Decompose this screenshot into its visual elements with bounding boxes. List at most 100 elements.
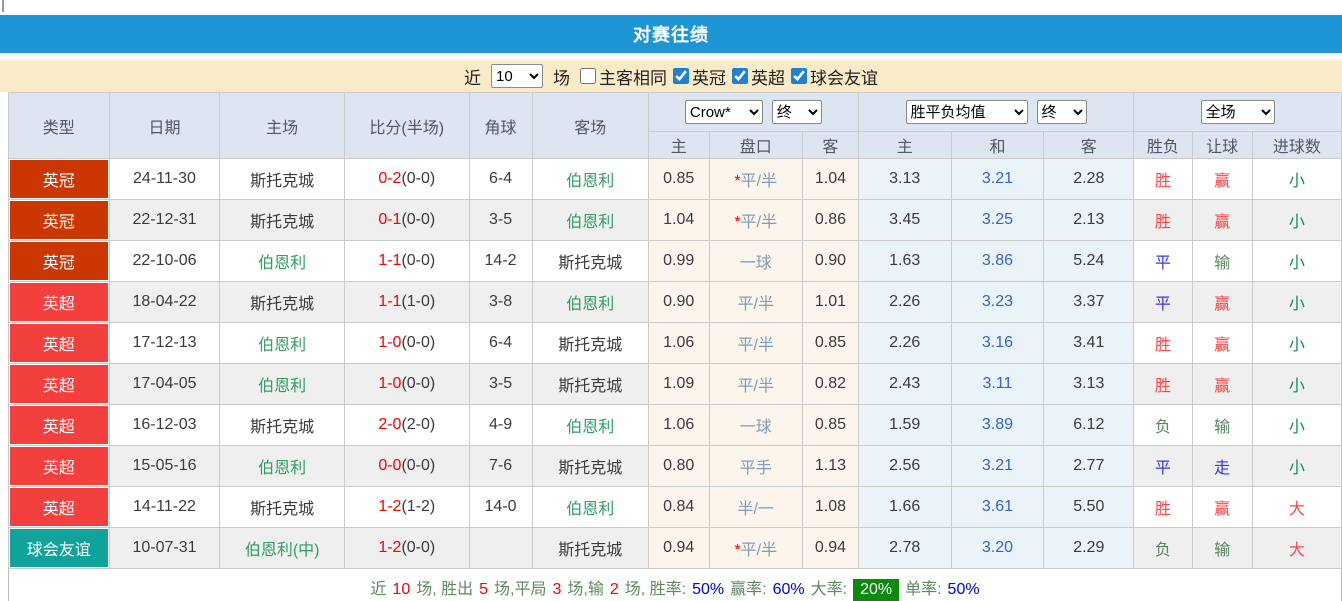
outcome-cell: 胜 <box>1133 486 1193 528</box>
home-team-cell: 伯恩利 <box>219 322 345 364</box>
date-cell: 22-12-31 <box>108 199 221 241</box>
score-halftime: (0-0) <box>401 170 436 187</box>
page-title: 对赛往绩 <box>633 25 709 45</box>
table-row: 英超 17-12-13 伯恩利 1-0(0-0) 6-4 斯托克城 1.06 平… <box>8 322 1342 364</box>
table-row: 英超 15-05-16 伯恩利 0-0(0-0) 7-6 斯托克城 0.80 平… <box>8 445 1342 487</box>
handicap-result-cell: 赢 <box>1191 486 1253 528</box>
score-fulltime: 1-0 <box>378 375 402 392</box>
date-cell: 17-04-05 <box>108 363 221 405</box>
title-bar: 对赛往绩 <box>0 15 1342 53</box>
score-fulltime: 1-0 <box>378 334 402 351</box>
type-cell: 英超 <box>8 363 110 405</box>
avg-away-odds: 2.29 <box>1043 527 1135 569</box>
home-team-cell: 伯恩利(中) <box>219 527 345 569</box>
recent-count-select[interactable]: 10 <box>491 64 543 88</box>
handicap-cell: 平/半 <box>708 363 804 405</box>
handicap-cell: 一球 <box>708 404 804 446</box>
page: 对赛往绩 近 10 场 主客相同 英冠 英超 球会友谊 类型 日期 主场 比分(… <box>0 0 1342 601</box>
away-team-cell: 斯托克城 <box>531 445 649 487</box>
outcome-cell: 胜 <box>1133 199 1193 241</box>
company-state-select[interactable]: 终 <box>771 100 822 124</box>
outcome-cell: 负 <box>1133 527 1193 569</box>
same-venue-checkbox[interactable] <box>580 68 596 84</box>
handicap-label: 平手 <box>739 460 772 477</box>
score-fulltime: 1-1 <box>378 252 402 269</box>
type-cell: 英超 <box>8 486 110 528</box>
league-checkbox-friendly[interactable] <box>791 68 807 84</box>
home-team-cell: 斯托克城 <box>219 281 345 323</box>
table-row: 英超 16-12-03 斯托克城 2-0(2-0) 4-9 伯恩利 1.06 一… <box>8 404 1342 446</box>
score-cell: 0-2(0-0) <box>343 158 470 200</box>
avg-home-odds: 2.56 <box>857 445 952 487</box>
avg-state-select[interactable]: 终 <box>1036 100 1087 124</box>
corners-cell: 3-5 <box>468 199 533 241</box>
league-filter-friendly[interactable]: 球会友谊 <box>791 64 878 89</box>
company-select[interactable]: Crow* <box>684 100 763 124</box>
score-halftime: (1-2) <box>401 498 436 515</box>
away-team-cell: 伯恩利 <box>531 158 649 200</box>
company-away-odds: 0.86 <box>802 199 859 241</box>
goals-result-cell: 小 <box>1251 363 1342 405</box>
avg-home-odds: 1.66 <box>857 486 952 528</box>
score-halftime: (1-0) <box>401 293 436 310</box>
type-cell: 英冠 <box>8 199 110 241</box>
score-cell: 1-1(1-0) <box>343 281 470 323</box>
table-row: 英超 17-04-05 伯恩利 1-0(0-0) 3-5 斯托克城 1.09 平… <box>8 363 1342 405</box>
scope-select[interactable]: 全场 <box>1200 100 1275 124</box>
away-team-cell: 伯恩利 <box>531 281 649 323</box>
avg-away-odds: 3.41 <box>1043 322 1135 364</box>
goals-result-cell: 小 <box>1251 404 1342 446</box>
subcol-avg-draw: 和 <box>950 131 1045 159</box>
goals-result-cell: 小 <box>1251 199 1342 241</box>
table-row: 英超 14-11-22 斯托克城 1-2(1-2) 14-0 伯恩利 0.84 … <box>8 486 1342 528</box>
league-badge: 英冠 <box>10 201 108 239</box>
company-away-odds: 0.85 <box>802 404 859 446</box>
league-label-yingchao: 英超 <box>751 68 785 88</box>
avg-home-odds: 2.43 <box>857 363 952 405</box>
league-filter-yingguan[interactable]: 英冠 <box>673 64 726 89</box>
subcol-handicap: 盘口 <box>708 131 804 159</box>
league-filter-yingchao[interactable]: 英超 <box>732 64 785 89</box>
home-team-cell: 伯恩利 <box>219 240 345 282</box>
score-cell: 1-0(0-0) <box>343 363 470 405</box>
avg-home-odds: 3.13 <box>857 158 952 200</box>
handicap-result-cell: 输 <box>1191 527 1253 569</box>
corners-cell <box>468 527 533 569</box>
page-edge-artifact <box>2 0 4 12</box>
league-checkbox-yingguan[interactable] <box>673 68 689 84</box>
table-row: 球会友谊 10-07-31 伯恩利(中) 1-2(0-0) 斯托克城 0.94 … <box>8 527 1342 569</box>
goals-result-cell: 小 <box>1251 445 1342 487</box>
table-row: 英冠 22-10-06 伯恩利 1-1(0-0) 14-2 斯托克城 0.99 … <box>8 240 1342 282</box>
outcome-cell: 胜 <box>1133 322 1193 364</box>
score-cell: 1-1(0-0) <box>343 240 470 282</box>
league-label-friendly: 球会友谊 <box>810 68 878 88</box>
col-header-away: 客场 <box>531 92 649 159</box>
handicap-cell: 平/半 <box>708 322 804 364</box>
avg-draw-odds: 3.11 <box>950 363 1045 405</box>
score-cell: 1-2(0-0) <box>343 527 470 569</box>
score-fulltime: 2-0 <box>378 416 402 433</box>
type-cell: 英超 <box>8 445 110 487</box>
goals-result-cell: 小 <box>1251 322 1342 364</box>
company-home-odds: 0.84 <box>647 486 710 528</box>
score-cell: 0-0(0-0) <box>343 445 470 487</box>
score-fulltime: 0-1 <box>378 211 402 228</box>
type-cell: 英超 <box>8 322 110 364</box>
away-team-cell: 斯托克城 <box>531 527 649 569</box>
avg-draw-odds: 3.23 <box>950 281 1045 323</box>
history-table-body: 英冠 24-11-30 斯托克城 0-2(0-0) 6-4 伯恩利 0.85 *… <box>8 158 1342 569</box>
company-away-odds: 0.82 <box>802 363 859 405</box>
company-away-odds: 1.13 <box>802 445 859 487</box>
avg-odds-select[interactable]: 胜平负均值 <box>905 100 1028 124</box>
summary-label: 赢率: <box>730 580 767 598</box>
league-badge: 英超 <box>10 488 108 526</box>
company-home-odds: 1.04 <box>647 199 710 241</box>
league-checkbox-yingchao[interactable] <box>732 68 748 84</box>
league-badge: 英超 <box>10 447 108 485</box>
scope-header: 全场 <box>1133 92 1342 132</box>
company-home-odds: 1.06 <box>647 404 710 446</box>
type-cell: 英冠 <box>8 240 110 282</box>
score-halftime: (0-0) <box>401 334 436 351</box>
summary-draws: 3 <box>552 580 562 598</box>
subcol-company-home: 主 <box>647 131 710 159</box>
